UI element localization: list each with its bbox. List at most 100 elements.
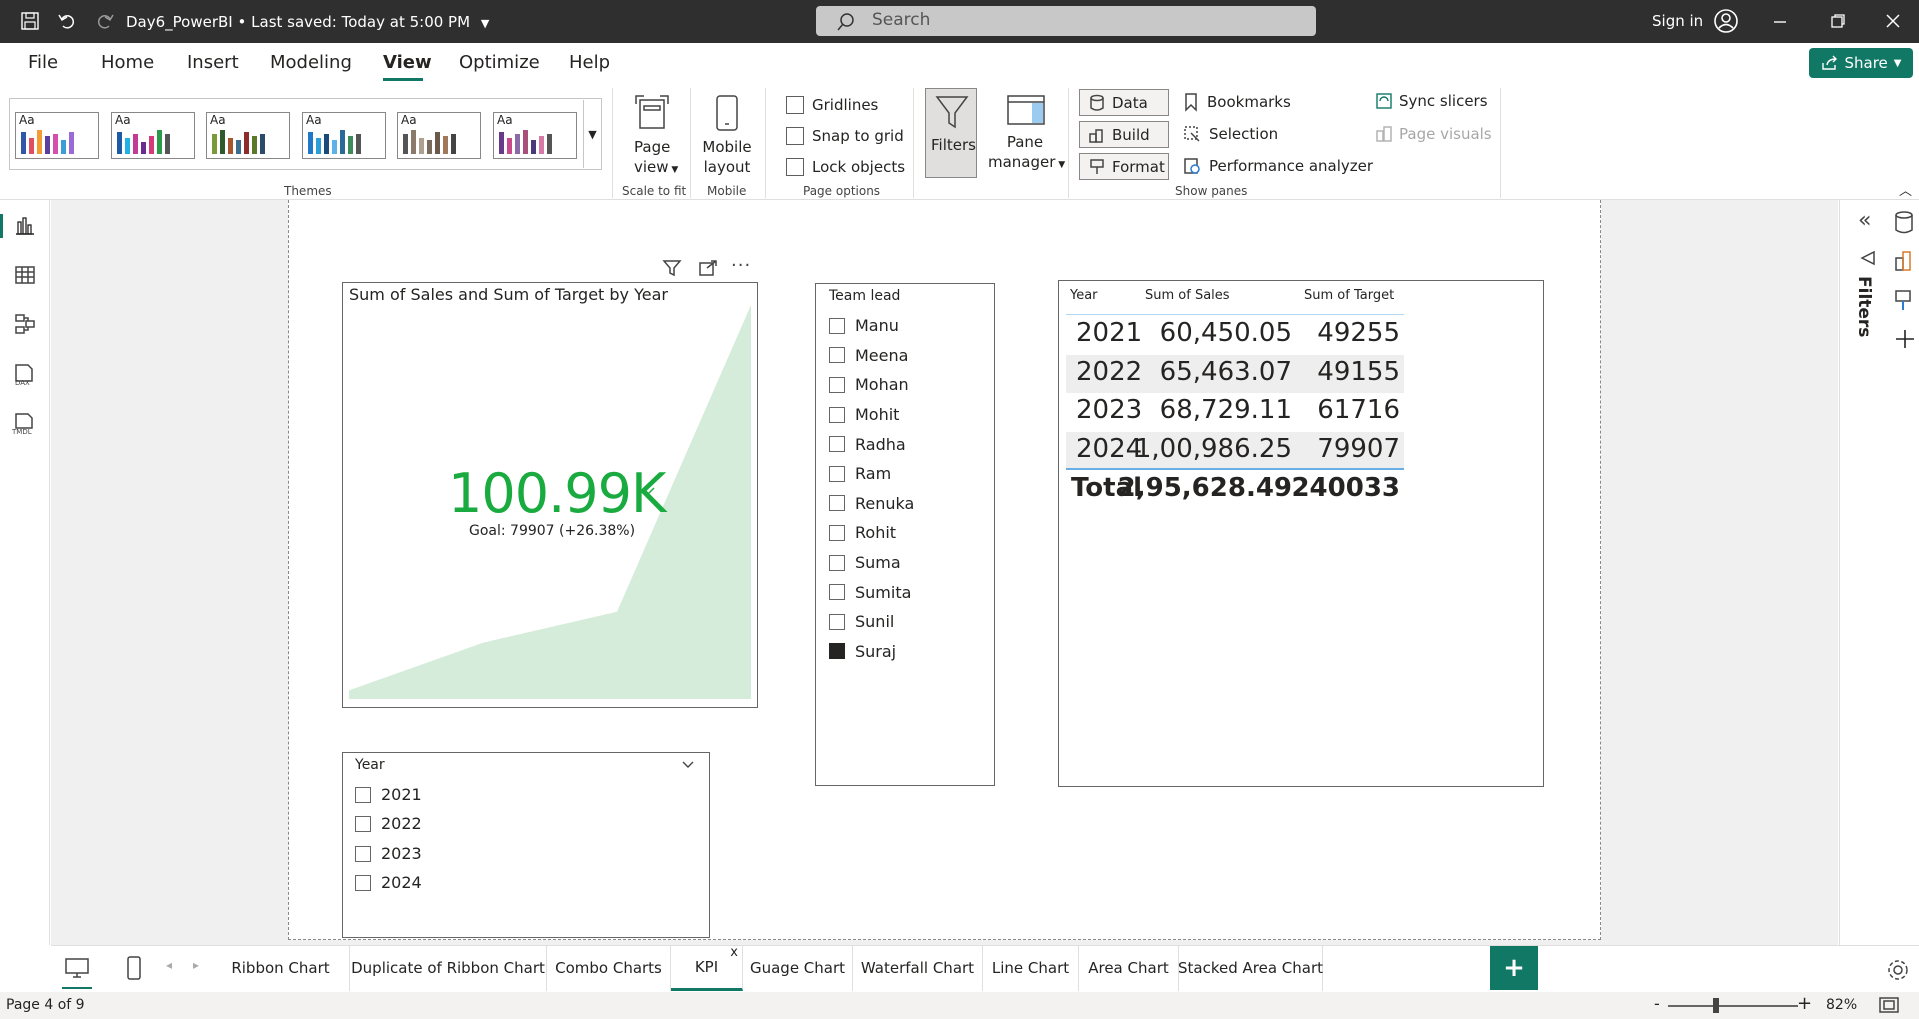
report-view-icon[interactable] [14, 216, 36, 236]
file-title[interactable]: Day6_PowerBI • Last saved: Today at 5:00… [126, 13, 489, 31]
theme-4[interactable]: Aa [302, 112, 386, 159]
page-tab[interactable]: Duplicate of Ribbon Chart [350, 945, 547, 991]
zoom-slider-thumb[interactable] [1713, 998, 1719, 1013]
page-tab[interactable]: Guage Chart [743, 945, 853, 991]
chevron-down-icon[interactable] [681, 760, 695, 770]
team-slicer-item[interactable]: Radha [829, 429, 914, 459]
fit-to-page-icon[interactable] [1878, 996, 1900, 1014]
data-pane-button[interactable]: Data [1079, 89, 1169, 116]
page-tab[interactable]: Line Chart [983, 945, 1079, 991]
year-slicer-item[interactable]: 2021 [355, 780, 422, 810]
search-box[interactable]: Search [816, 6, 1316, 36]
table-row[interactable]: 2023 68,729.11 61716 [1066, 393, 1404, 432]
page-visuals-button[interactable]: Page visuals [1375, 125, 1492, 143]
table-row[interactable]: 2022 65,463.07 49155 [1066, 354, 1404, 393]
page-tab[interactable]: Combo Charts [547, 945, 671, 991]
theme-5[interactable]: Aa [397, 112, 481, 159]
desktop-view-icon[interactable] [64, 957, 90, 979]
selection-button[interactable]: Selection [1183, 125, 1278, 143]
team-slicer-item[interactable]: Rohit [829, 518, 914, 548]
page-tab[interactable]: Area Chart [1079, 945, 1179, 991]
page-tab[interactable]: Ribbon Chart [212, 945, 350, 991]
format-pane-button[interactable]: Format [1079, 153, 1169, 180]
table-row[interactable]: 2021 60,450.05 49255 [1066, 316, 1404, 355]
account-icon[interactable] [1713, 8, 1739, 34]
visual-filter-icon[interactable] [662, 259, 682, 277]
add-pane-icon[interactable] [1894, 328, 1916, 350]
dax-query-icon[interactable]: DAX [12, 363, 38, 387]
menu-modeling[interactable]: Modeling [270, 52, 352, 73]
zoom-in-button[interactable]: + [1797, 993, 1812, 1014]
theme-3[interactable]: Aa [206, 112, 290, 159]
team-slicer-item[interactable]: Sumita [829, 577, 914, 607]
build-visual-icon[interactable] [1893, 248, 1917, 274]
lock-objects-checkbox[interactable]: Lock objects [786, 158, 905, 176]
format-visual-icon[interactable] [1893, 288, 1917, 314]
gridlines-checkbox[interactable]: Gridlines [786, 96, 878, 114]
share-button[interactable]: Share ▼ [1809, 48, 1913, 78]
mobile-layout-icon[interactable] [712, 94, 742, 134]
zoom-out-button[interactable]: - [1654, 994, 1660, 1013]
filters-pane-label[interactable]: Filters [1854, 276, 1874, 337]
team-slicer-item[interactable]: Manu [829, 311, 914, 341]
page-tab[interactable]: Stacked Area Chart [1178, 945, 1323, 991]
team-slicer-item[interactable]: Suma [829, 548, 914, 578]
page-view-button[interactable]: Page view ▼ [634, 137, 678, 180]
undo-icon[interactable] [57, 11, 77, 31]
team-slicer-item[interactable]: Suraj [829, 637, 914, 667]
theme-6[interactable]: Aa [493, 112, 577, 159]
mobile-layout-button[interactable]: Mobile layout [700, 137, 754, 177]
table-row[interactable]: 2024 1,00,986.25 79907 [1066, 431, 1404, 470]
model-view-icon[interactable] [14, 313, 36, 335]
page-view-icon[interactable] [632, 94, 672, 134]
more-options-icon[interactable]: ··· [731, 255, 751, 276]
pane-manager-icon[interactable] [1006, 94, 1046, 128]
data-pane-icon[interactable] [1893, 210, 1915, 236]
settings-gear-icon[interactable] [1886, 958, 1910, 982]
close-icon[interactable] [1885, 13, 1901, 29]
menu-file[interactable]: File [28, 52, 58, 73]
team-slicer-item[interactable]: Ram [829, 459, 914, 489]
redo-icon[interactable] [95, 11, 115, 31]
filters-button[interactable]: Filters [925, 88, 977, 178]
add-page-button[interactable]: + [1490, 946, 1538, 990]
bookmarks-button[interactable]: Bookmarks [1183, 92, 1291, 112]
snap-to-grid-checkbox[interactable]: Snap to grid [786, 127, 904, 145]
scroll-left-icon[interactable]: ◂ [166, 958, 172, 972]
sign-in-link[interactable]: Sign in [1652, 12, 1703, 30]
save-icon[interactable] [20, 11, 40, 31]
team-slicer-item[interactable]: Renuka [829, 489, 914, 519]
menu-help[interactable]: Help [569, 52, 610, 73]
collapse-ribbon-chevron[interactable]: ︿ [1899, 180, 1912, 199]
team-slicer-item[interactable]: Mohan [829, 370, 914, 400]
page-tab[interactable]: KPI x [671, 945, 743, 991]
filter-pane-icon[interactable] [1860, 250, 1876, 266]
sync-slicers-button[interactable]: Sync slicers [1375, 92, 1488, 110]
year-slicer-item[interactable]: 2022 [355, 810, 422, 840]
focus-mode-icon[interactable] [698, 259, 718, 277]
expand-panes-icon[interactable]: « [1858, 208, 1871, 233]
theme-1[interactable]: Aa [15, 112, 99, 159]
pane-manager-button[interactable]: Pane manager ▼ [988, 132, 1065, 175]
mobile-view-icon[interactable] [126, 955, 142, 981]
table-view-icon[interactable] [14, 265, 36, 285]
tmdl-view-icon[interactable]: TMDL [10, 412, 40, 436]
team-slicer-item[interactable]: Sunil [829, 607, 914, 637]
menu-home[interactable]: Home [101, 52, 154, 73]
build-pane-button[interactable]: Build [1079, 121, 1169, 148]
theme-2[interactable]: Aa [111, 112, 195, 159]
restore-icon[interactable] [1830, 13, 1846, 29]
menu-insert[interactable]: Insert [187, 52, 239, 73]
menu-view[interactable]: View [383, 52, 432, 73]
team-slicer-item[interactable]: Meena [829, 341, 914, 371]
themes-expand-chevron[interactable]: ▼ [583, 100, 601, 168]
team-slicer-item[interactable]: Mohit [829, 400, 914, 430]
performance-analyzer-button[interactable]: Performance analyzer [1183, 157, 1373, 175]
minimize-icon[interactable] [1772, 14, 1788, 30]
scroll-right-icon[interactable]: ▸ [193, 958, 199, 972]
year-slicer-item[interactable]: 2023 [355, 839, 422, 869]
year-slicer-item[interactable]: 2024 [355, 869, 422, 899]
page-tab[interactable]: Waterfall Chart [853, 945, 983, 991]
menu-optimize[interactable]: Optimize [459, 52, 540, 73]
close-tab-icon[interactable]: x [730, 945, 738, 960]
